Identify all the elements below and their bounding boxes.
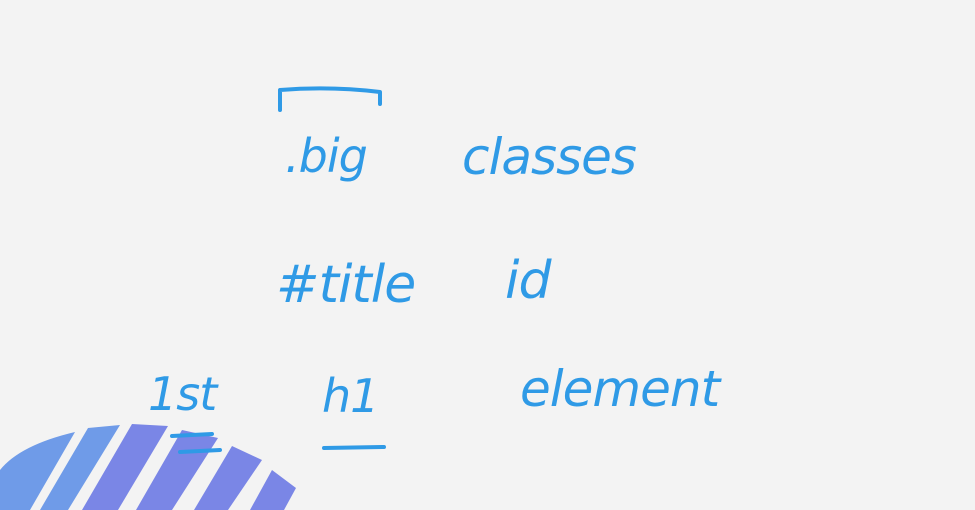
note-term-big: .big (285, 129, 367, 183)
note-meaning-element: element (520, 360, 723, 418)
underline-mark (170, 432, 214, 438)
note-meaning-id: id (505, 251, 552, 311)
note-term-title: #title (276, 255, 415, 315)
note-meaning-classes: classes (462, 128, 636, 186)
handwritten-notes: .big classes #title id 1st h1 element (0, 86, 724, 510)
note-rank-1st: 1st (148, 367, 219, 421)
bracket-mark (278, 86, 382, 112)
underline-mark (322, 445, 386, 450)
decoration-stripe (250, 470, 296, 510)
striped-decoration (0, 424, 296, 510)
underline-mark (178, 448, 222, 454)
note-term-h1: h1 (322, 369, 378, 423)
whiteboard-canvas: .big classes #title id 1st h1 element (0, 0, 975, 510)
